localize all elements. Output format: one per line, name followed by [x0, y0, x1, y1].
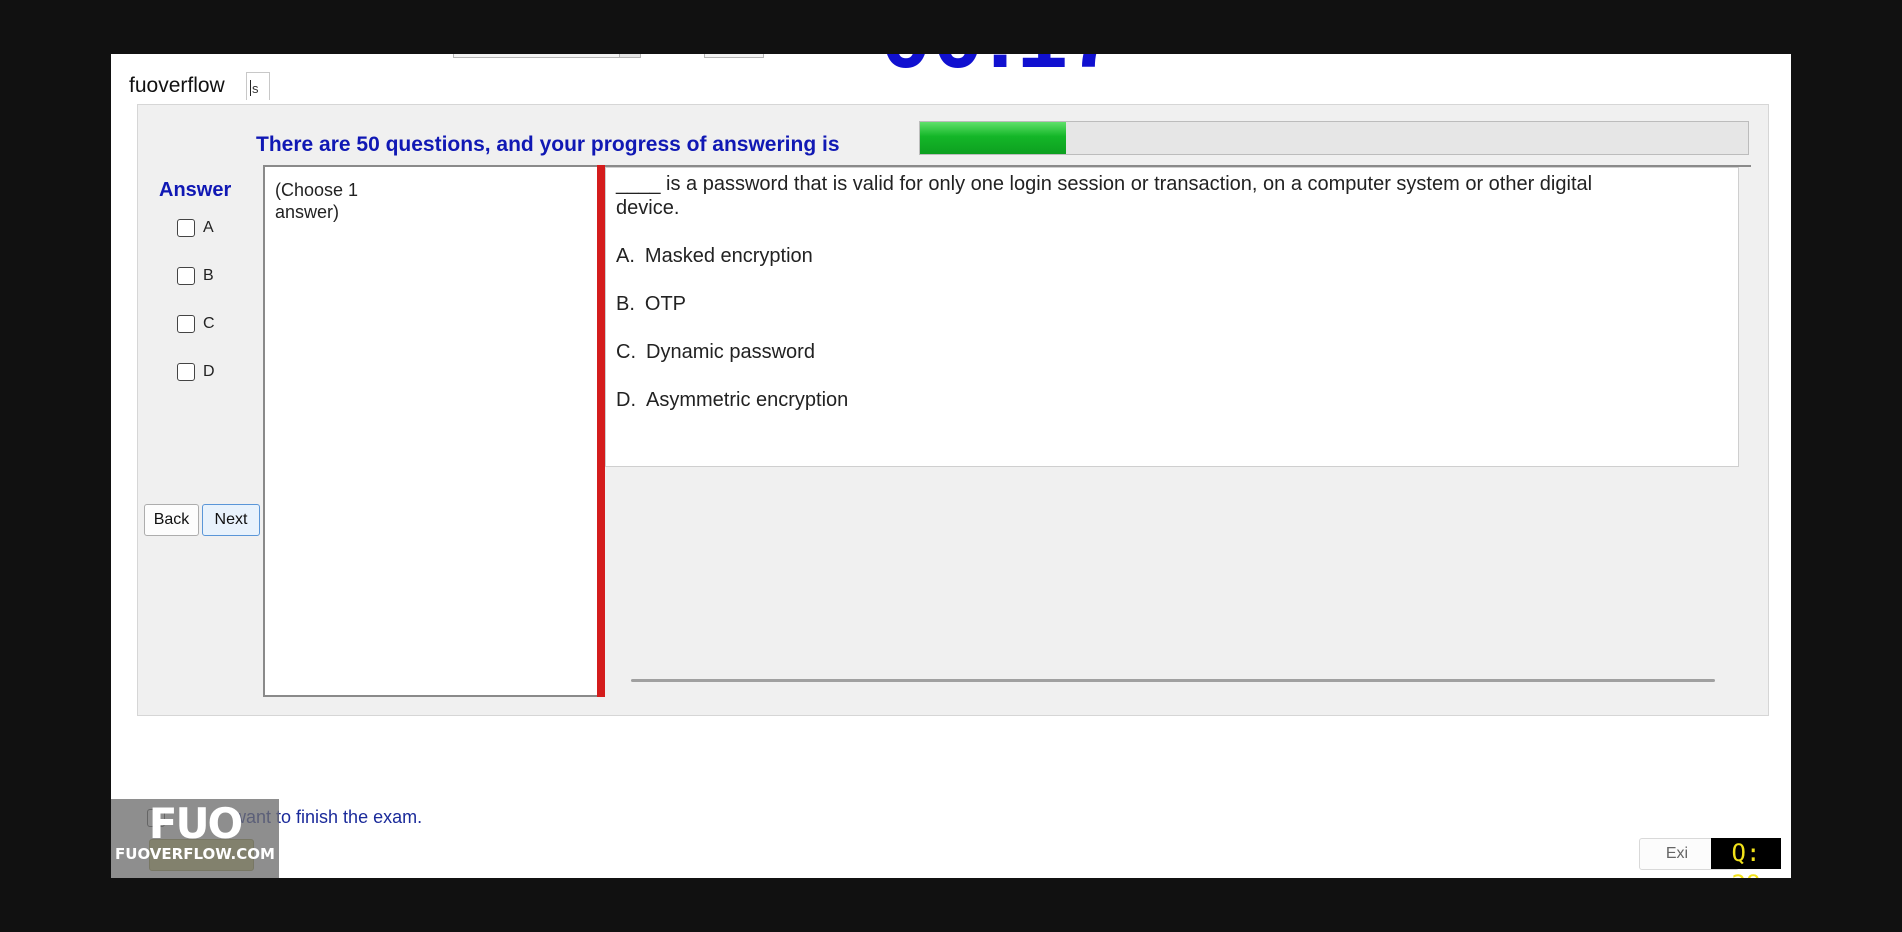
question-option: D. Asymmetric encryption: [616, 389, 1728, 412]
answer-option-b[interactable]: B: [177, 267, 214, 285]
question-content: ____ is a password that is valid for onl…: [605, 167, 1739, 467]
answer-option-d[interactable]: D: [177, 363, 215, 381]
question-option: C. Dynamic password: [616, 341, 1728, 364]
checkbox-b[interactable]: [177, 267, 195, 285]
question-option-letter: D.: [616, 389, 636, 411]
fuoverflow-logo: FUO FUOVERFLOW.COM: [111, 799, 279, 878]
answer-option-label: C: [203, 315, 215, 332]
progress-bar: [919, 121, 1749, 155]
answer-option-label: B: [203, 267, 214, 284]
checkbox-c[interactable]: [177, 315, 195, 333]
question-area: ____ is a password that is valid for onl…: [605, 165, 1751, 697]
answer-option-a[interactable]: A: [177, 219, 214, 237]
checkbox-a[interactable]: [177, 219, 195, 237]
exam-timer: 00:17: [881, 54, 1121, 82]
answer-title: Answer: [159, 179, 232, 201]
logo-site: FUOVERFLOW.COM: [115, 845, 275, 863]
question-option-text: OTP: [644, 293, 687, 315]
exam-panel: There are 50 questions, and your progres…: [137, 104, 1769, 716]
back-button[interactable]: Back: [144, 504, 199, 536]
splitter-divider[interactable]: [597, 165, 605, 697]
question-option-text: Dynamic password: [646, 341, 815, 363]
question-option: A. Masked encryption: [616, 245, 1728, 268]
instruction-line-1: (Choose 1: [275, 180, 359, 200]
logo-mark: FUO: [148, 799, 244, 848]
question-option-letter: A.: [616, 245, 635, 267]
answer-option-label: A: [203, 219, 214, 236]
top-small-field[interactable]: [704, 54, 764, 58]
horizontal-scrollbar[interactable]: [631, 679, 1715, 682]
checkbox-d[interactable]: [177, 363, 195, 381]
answer-option-label: D: [203, 363, 215, 380]
question-text: ____ is a password that is valid for onl…: [616, 173, 1593, 219]
progress-label: There are 50 questions, and your progres…: [256, 133, 840, 156]
exit-button-label: Exi: [1665, 845, 1689, 862]
text-caret: [250, 80, 251, 96]
question-option: B. OTP: [616, 293, 1728, 316]
mini-tab-label: s: [252, 81, 259, 96]
exam-window: 00:17 fuoverflow s There are 50 question…: [111, 54, 1791, 878]
question-option-letter: C.: [616, 341, 636, 363]
brand-label: fuoverflow: [129, 74, 225, 97]
question-option-text: Asymmetric encryption: [646, 389, 849, 411]
next-button[interactable]: Next: [202, 504, 260, 536]
progress-fill: [920, 122, 1066, 154]
mini-tab[interactable]: s: [246, 72, 270, 100]
question-counter-badge: Q: 28: [1711, 838, 1781, 878]
instruction-box: (Choose 1 answer): [263, 165, 597, 697]
question-option-text: Masked encryption: [644, 245, 813, 267]
instruction-line-2: answer): [275, 202, 340, 222]
question-option-letter: B.: [616, 293, 635, 315]
answer-option-c[interactable]: C: [177, 315, 215, 333]
top-combobox[interactable]: [453, 54, 641, 58]
